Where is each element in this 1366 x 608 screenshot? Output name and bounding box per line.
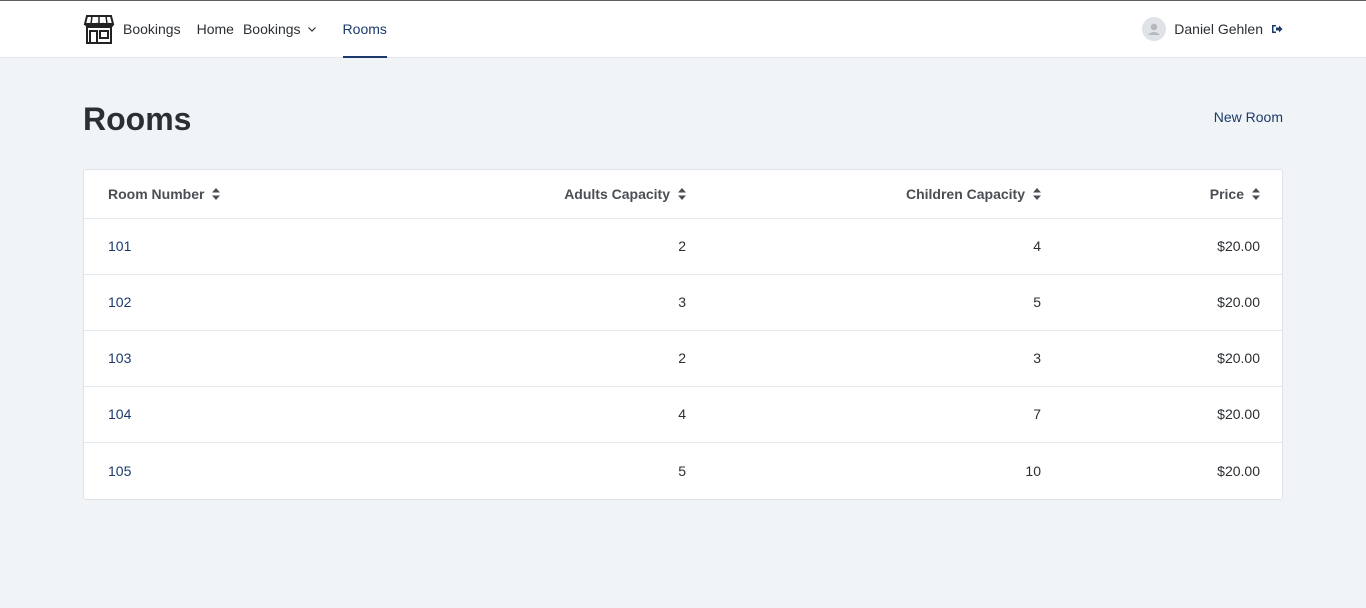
adults-capacity-cell: 2: [334, 330, 710, 387]
top-navbar: Bookings Home Bookings Rooms Daniel Gehl…: [0, 0, 1366, 58]
children-capacity-cell: 4: [710, 218, 1065, 275]
column-header-children-capacity[interactable]: Children Capacity: [710, 170, 1065, 219]
chevron-down-icon: [307, 27, 316, 32]
column-header-label: Room Number: [108, 185, 205, 202]
navbar-inner: Bookings Home Bookings Rooms Daniel Gehl…: [83, 1, 1283, 58]
nav-item-label: Rooms: [342, 21, 387, 37]
nav-item-label: Home: [196, 21, 234, 37]
table-row: 104 4 7 $20.00: [84, 386, 1282, 443]
brand[interactable]: Bookings: [83, 1, 181, 57]
user-icon: [1148, 23, 1161, 35]
room-link[interactable]: 104: [108, 406, 131, 422]
children-capacity-cell: 10: [1025, 462, 1041, 479]
column-header-label: Price: [1209, 185, 1244, 202]
nav-item-home[interactable]: Home: [197, 1, 234, 57]
room-number-cell: 105: [84, 442, 334, 499]
adults-capacity-cell: 3: [334, 274, 710, 331]
children-capacity-cell: 7: [710, 386, 1065, 443]
table-row: 103 2 3 $20.00: [84, 330, 1282, 387]
storefront-icon: [83, 15, 115, 44]
room-link[interactable]: 101: [108, 238, 131, 254]
column-header-price[interactable]: Price: [1065, 170, 1282, 219]
new-room-button[interactable]: New Room: [1214, 109, 1283, 125]
room-link[interactable]: 105: [108, 463, 131, 479]
sort-icon: [1033, 187, 1041, 200]
rooms-table: Room Number Adults Capacity Children Cap…: [84, 170, 1282, 499]
logout-icon[interactable]: [1271, 23, 1283, 35]
table-row: 101 2 4 $20.00: [84, 218, 1282, 275]
room-link[interactable]: 103: [108, 350, 131, 366]
column-header-label: Adults Capacity: [564, 185, 670, 202]
nav-item-rooms[interactable]: Rooms: [342, 1, 388, 58]
room-number-cell: 103: [84, 330, 334, 387]
children-capacity-cell: 3: [710, 330, 1065, 387]
column-header-room-number[interactable]: Room Number: [84, 170, 334, 219]
column-header-label: Children Capacity: [905, 185, 1025, 202]
table-row: 102 3 5 $20.00: [84, 274, 1282, 331]
page-header: Rooms New Room: [83, 100, 1283, 138]
adults-capacity-cell: 2: [334, 218, 710, 275]
brand-name: Bookings: [123, 21, 181, 37]
table-row: 105 5 10 $20.00: [84, 442, 1282, 499]
rooms-table-card: Room Number Adults Capacity Children Cap…: [83, 169, 1283, 500]
nav-item-label: Bookings: [242, 21, 301, 37]
room-number-cell: 101: [84, 218, 334, 275]
price-cell: $20.00: [1065, 386, 1282, 443]
sort-icon: [1252, 187, 1260, 200]
column-header-adults-capacity[interactable]: Adults Capacity: [334, 170, 710, 219]
room-number-cell: 102: [84, 274, 334, 331]
room-link[interactable]: 102: [108, 294, 131, 310]
user-name: Daniel Gehlen: [1174, 21, 1263, 37]
sort-icon: [212, 187, 221, 200]
price-cell: $20.00: [1065, 274, 1282, 331]
main-nav: Home Bookings Rooms: [197, 1, 388, 58]
nav-item-bookings-dropdown[interactable]: Bookings: [243, 1, 317, 57]
table-header-row: Room Number Adults Capacity Children Cap…: [84, 170, 1282, 219]
price-cell: $20.00: [1217, 462, 1260, 479]
price-cell: $20.00: [1065, 218, 1282, 275]
sort-icon: [678, 187, 686, 200]
adults-capacity-cell: 5: [678, 462, 686, 479]
adults-capacity-cell: 4: [334, 386, 710, 443]
room-number-cell: 104: [84, 386, 334, 443]
page-title: Rooms: [83, 101, 192, 137]
price-cell: $20.00: [1065, 330, 1282, 387]
avatar: [1142, 17, 1167, 41]
user-menu[interactable]: Daniel Gehlen: [1142, 1, 1283, 57]
children-capacity-cell: 5: [710, 274, 1065, 331]
